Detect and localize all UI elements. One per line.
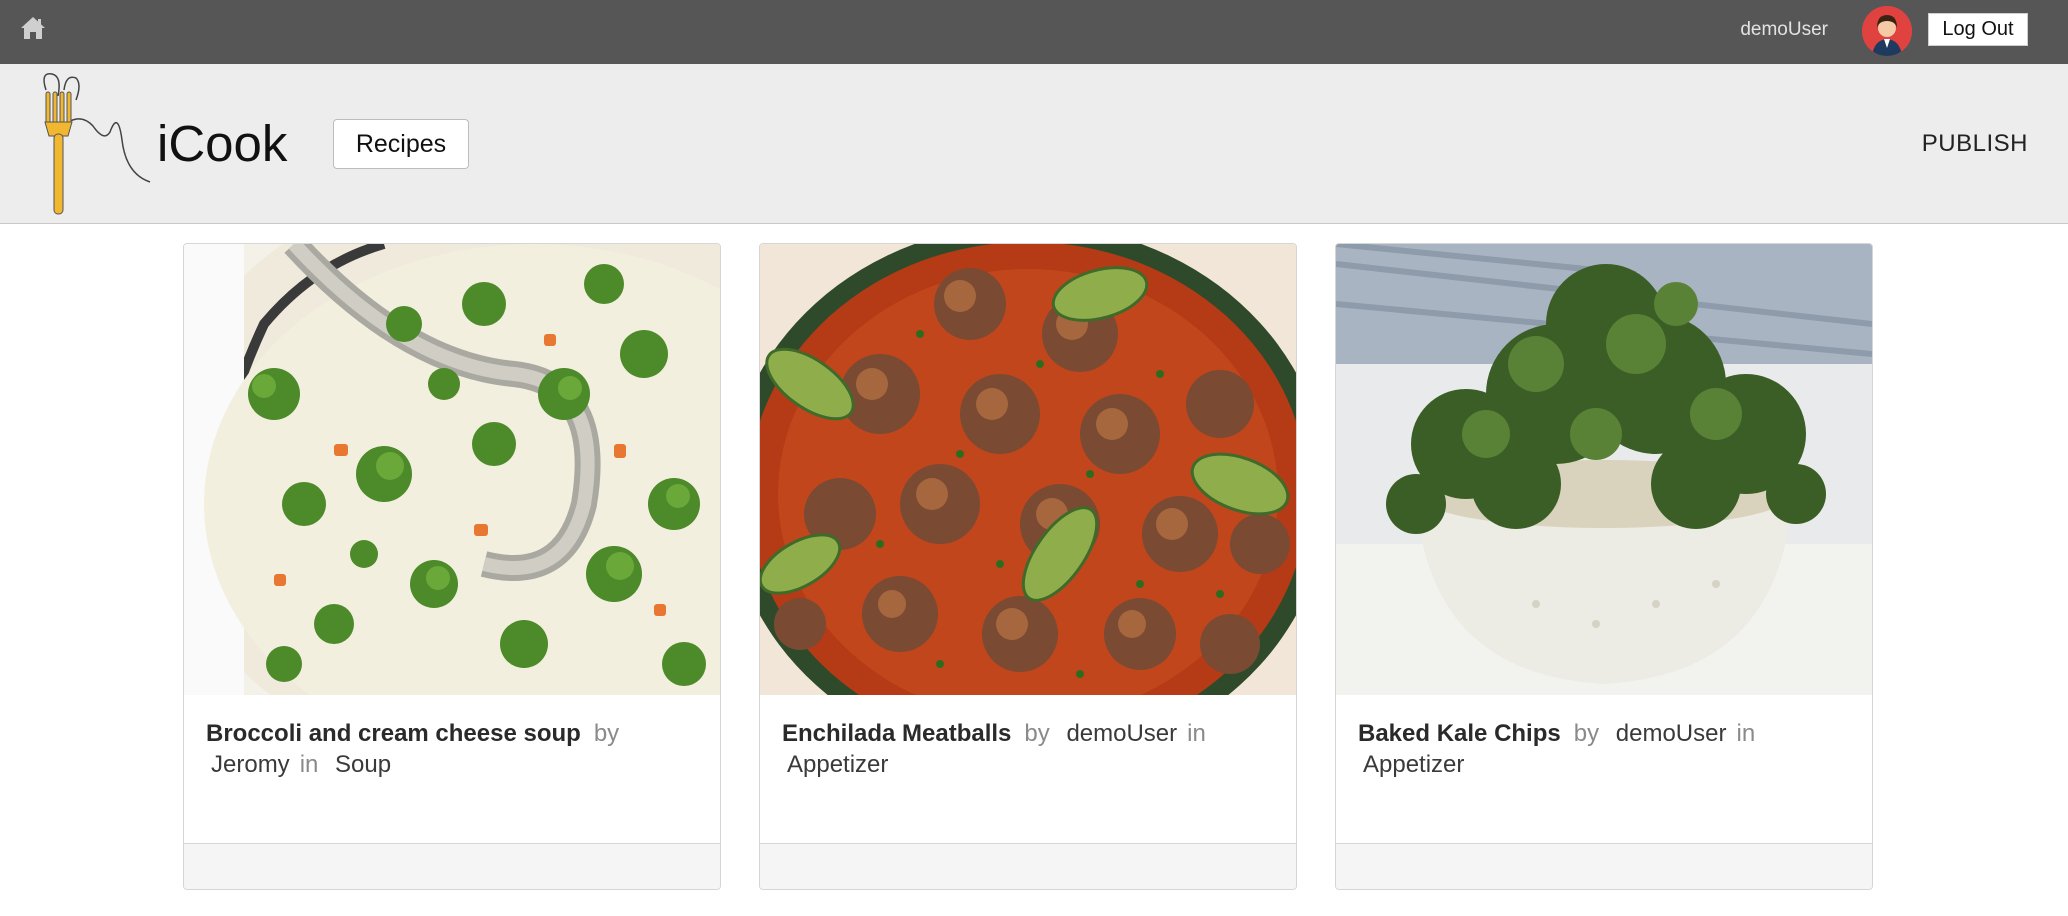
kale-chips-photo[interactable] (1336, 244, 1872, 695)
card-footer (760, 843, 1296, 889)
recipe-title[interactable]: Enchilada Meatballs (782, 720, 1011, 747)
recipe-category[interactable]: Appetizer (1363, 751, 1464, 778)
brand-name[interactable]: iCook (157, 114, 287, 174)
recipe-author[interactable]: Jeromy (211, 751, 290, 778)
recipe-author[interactable]: demoUser (1066, 720, 1177, 747)
by-label: by (593, 720, 620, 747)
enchilada-meatballs-photo[interactable] (760, 244, 1296, 695)
recipe-title[interactable]: Broccoli and cream cheese soup (206, 720, 581, 747)
card-footer (1336, 843, 1872, 889)
in-label: in (1187, 720, 1206, 747)
recipe-title[interactable]: Baked Kale Chips (1358, 720, 1561, 747)
card-footer (184, 843, 720, 889)
by-label: by (1573, 720, 1600, 747)
publish-link[interactable]: PUBLISH (1922, 129, 2028, 159)
top-bar: demoUser Log Out (0, 0, 2068, 64)
username-label: demoUser (1740, 19, 1828, 40)
recipe-card[interactable]: Broccoli and cream cheese soup by Jeromy i… (183, 243, 721, 890)
user-avatar[interactable] (1862, 6, 1912, 56)
fork-logo-icon[interactable] (38, 70, 158, 220)
recipe-caption: Enchilada Meatballs by demoUser in Appetiz… (782, 718, 1272, 780)
recipe-card[interactable]: Baked Kale Chips by demoUser in Appetizer (1335, 243, 1873, 890)
recipe-caption: Broccoli and cream cheese soup by Jeromy i… (206, 718, 696, 780)
by-label: by (1024, 720, 1050, 747)
recipes-button[interactable]: Recipes (333, 119, 469, 169)
in-label: in (1736, 720, 1756, 747)
recipe-card[interactable]: Enchilada Meatballs by demoUser in Appetiz… (759, 243, 1297, 890)
logout-button[interactable]: Log Out (1928, 13, 2028, 46)
recipe-category[interactable]: Soup (335, 751, 391, 778)
site-header: iCook Recipes PUBLISH (0, 64, 2068, 224)
recipe-author[interactable]: demoUser (1616, 720, 1727, 747)
recipe-caption: Baked Kale Chips by demoUser in Appetizer (1358, 718, 1848, 780)
home-icon[interactable] (18, 13, 48, 43)
in-label: in (299, 751, 319, 778)
broccoli-soup-photo[interactable] (184, 244, 720, 695)
recipe-category[interactable]: Appetizer (787, 751, 888, 778)
